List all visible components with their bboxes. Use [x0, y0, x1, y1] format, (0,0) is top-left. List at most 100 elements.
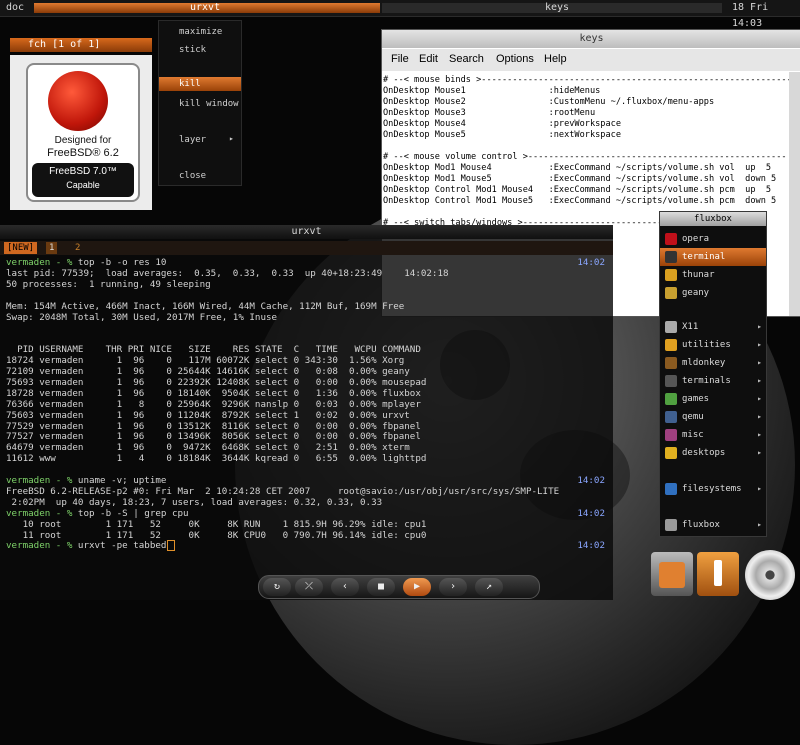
- terminal-line: 11612 www 1 4 0 18184K 3644K kqread 0 6:…: [6, 453, 426, 464]
- menu-edit[interactable]: Edit: [419, 53, 438, 65]
- terminal-text: 77529 vermaden 1 96 0 13512K 8116K selec…: [6, 420, 421, 432]
- keys-line: OnDesktop Mouse3 :rootMenu: [383, 108, 596, 118]
- keys-line: # --< mouse volume control >------------…: [383, 152, 787, 162]
- menu-file[interactable]: File: [391, 53, 409, 65]
- fluxbox-menu: fluxbox opera terminal thunar geany X11 ▸ util…: [659, 211, 767, 537]
- usb-drive-icon[interactable]: [697, 552, 739, 596]
- keys-line: OnDesktop Mouse5 :nextWorkspace: [383, 130, 621, 140]
- fluxbox-menu-title: fluxbox: [660, 212, 766, 226]
- dvd-icon[interactable]: [745, 550, 795, 600]
- terminal-text: Swap: 2048M Total, 30M Used, 2017M Free,…: [6, 311, 278, 323]
- terminal-line: 18724 vermaden 1 96 0 117M 60072K select…: [6, 355, 404, 366]
- fluxbox-menu-item-games[interactable]: games ▸: [660, 390, 766, 408]
- desktops-icon: [665, 447, 677, 459]
- terminal-line: vermaden - % top -b -S | grep cpu: [6, 508, 189, 519]
- shuffle-button[interactable]: ⤫: [295, 578, 323, 596]
- prompt-timestamp: 14:02: [577, 257, 605, 268]
- terminal-line: FreeBSD 6.2-RELEASE-p2 #0: Fri Mar 2 10:…: [6, 486, 559, 497]
- submenu-arrow-icon: ▸: [757, 412, 762, 421]
- fluxbox-menu-item-qemu[interactable]: qemu ▸: [660, 408, 766, 426]
- fluxbox-menu-item-label: misc: [682, 430, 704, 440]
- menu-item-close[interactable]: close: [159, 169, 241, 183]
- previous-button[interactable]: ‹: [331, 578, 359, 596]
- menu-item-kill-window[interactable]: kill window: [159, 97, 241, 111]
- fluxbox-menu-item-desktops[interactable]: desktops ▸: [660, 444, 766, 462]
- tab-1[interactable]: 1: [46, 242, 58, 254]
- fluxbox-menu-item-label: terminals: [682, 376, 731, 386]
- utilities-icon: [665, 339, 677, 351]
- shell-prompt: vermaden - %: [6, 257, 78, 268]
- terminal-text: urxvt -pe tabbed: [77, 540, 167, 552]
- keys-editor-menubar: File Edit Search Options Help: [382, 49, 800, 71]
- logo-line2: FreeBSD® 6.2: [47, 147, 119, 159]
- terminal-text: top -b -o res 10: [77, 257, 167, 268]
- keys-line: # --< mouse binds >---------------------…: [383, 75, 789, 85]
- terminal-titlebar[interactable]: urxvt: [0, 225, 613, 239]
- terminal-line: 18728 vermaden 1 96 0 18140K 9504K selec…: [6, 388, 421, 399]
- tab-new[interactable]: [NEW]: [4, 242, 38, 254]
- fluxbox-menu-item-terminal[interactable]: terminal: [660, 248, 766, 266]
- submenu-arrow-icon: ▸: [757, 520, 762, 529]
- keys-editor-scrollbar[interactable]: [789, 72, 800, 316]
- fluxbox-icon: [665, 519, 677, 531]
- terminal-line: 77527 vermaden 1 96 0 13496K 8056K selec…: [6, 431, 421, 442]
- fluxbox-menu-item-terminals[interactable]: terminals ▸: [660, 372, 766, 390]
- terminal-text: 18724 vermaden 1 96 0 117M 60072K select…: [6, 355, 405, 367]
- submenu-arrow-icon: ▸: [757, 340, 762, 349]
- terminal-text: 77527 vermaden 1 96 0 13496K 8056K selec…: [6, 431, 421, 443]
- terminal-line: 10 root 1 171 52 0K 8K RUN 1 815.9H 96.2…: [6, 518, 427, 530]
- menu-help[interactable]: Help: [544, 53, 567, 65]
- fluxbox-menu-item-opera[interactable]: opera: [660, 230, 766, 248]
- submenu-arrow-icon: ▸: [757, 394, 762, 403]
- fluxbox-menu-item-mldonkey[interactable]: mldonkey ▸: [660, 354, 766, 372]
- submenu-arrow-icon: ▸: [757, 376, 762, 385]
- drive-icon[interactable]: [651, 552, 693, 596]
- menu-item-stick[interactable]: stick: [159, 43, 241, 57]
- logo-line3: FreeBSD 7.0™: [49, 166, 117, 177]
- terminal-output[interactable]: vermaden - % top -b -o res 10 14:02 last p…: [0, 257, 613, 597]
- terminal-line: 76366 vermaden 1 8 0 25964K 9296K nanslp…: [6, 399, 421, 410]
- refresh-button[interactable]: ↻: [263, 578, 291, 596]
- fluxbox-menu-item-fluxbox[interactable]: fluxbox ▸: [660, 516, 766, 534]
- terminal-text: uname -v; uptime: [77, 475, 167, 486]
- terminal-line: Mem: 154M Active, 466M Inact, 166M Wired…: [6, 301, 404, 312]
- fluxbox-menu-item-filesystems[interactable]: filesystems ▸: [660, 480, 766, 498]
- terminal-text: 75693 vermaden 1 96 0 22392K 12408K sele…: [6, 376, 427, 388]
- image-viewer-window[interactable]: fch [1 of 1] Designed for FreeBSD® 6.2 F…: [10, 38, 152, 210]
- fluxbox-menu-item-label: filesystems: [682, 484, 742, 494]
- fluxbox-menu-item-x11[interactable]: X11 ▸: [660, 318, 766, 336]
- fluxbox-menu-item-geany[interactable]: geany: [660, 284, 766, 302]
- terminal-text: 76366 vermaden 1 8 0 25964K 9296K nanslp…: [6, 398, 421, 410]
- image-viewer-titlebar[interactable]: fch [1 of 1]: [10, 38, 152, 52]
- eject-button[interactable]: ↗: [475, 578, 503, 596]
- fluxbox-menu-item-utilities[interactable]: utilities ▸: [660, 336, 766, 354]
- fluxbox-menu-item-label: opera: [682, 234, 710, 244]
- terminal-text: 10 root 1 171 52 0K 8K RUN 1 815.9H 96.2…: [6, 518, 427, 530]
- menu-search[interactable]: Search: [449, 53, 484, 65]
- keys-line: OnDesktop Mouse4 :prevWorkspace: [383, 119, 621, 129]
- freebsd-logo: Designed for FreeBSD® 6.2 FreeBSD 7.0™ C…: [26, 63, 140, 202]
- fluxbox-menu-item-label: X11: [682, 322, 699, 332]
- image-viewer-body: Designed for FreeBSD® 6.2 FreeBSD 7.0™ C…: [10, 55, 152, 210]
- misc-icon: [665, 429, 677, 441]
- terminal-line: vermaden - % top -b -o res 10: [6, 257, 166, 268]
- menu-item-kill[interactable]: kill: [159, 77, 241, 91]
- keys-line: OnDesktop Mouse1 :hideMenus: [383, 86, 601, 96]
- menu-item-maximize[interactable]: maximize: [159, 25, 241, 39]
- next-button[interactable]: ›: [439, 578, 467, 596]
- stop-button[interactable]: ■: [367, 578, 395, 596]
- terminal-line: Swap: 2048M Total, 30M Used, 2017M Free,…: [6, 312, 277, 323]
- fluxbox-menu-item-label: terminal: [682, 252, 726, 262]
- cursor: [167, 540, 176, 552]
- keys-editor-titlebar[interactable]: keys: [382, 30, 800, 48]
- play-button[interactable]: ▶: [403, 578, 431, 596]
- submenu-arrow-icon: ▸: [229, 134, 234, 143]
- workspace-label[interactable]: doc: [6, 0, 24, 16]
- menu-options[interactable]: Options: [496, 53, 534, 65]
- fluxbox-menu-item-misc[interactable]: misc ▸: [660, 426, 766, 444]
- fluxbox-menu-item-thunar[interactable]: thunar: [660, 266, 766, 284]
- fluxbox-menu-item-label: fluxbox: [682, 520, 720, 530]
- terminal-window[interactable]: urxvt [NEW] 1 2 vermaden - % top -b -o r…: [0, 225, 613, 600]
- tab-2[interactable]: 2: [72, 242, 83, 254]
- keys-line: OnDesktop Control Mod1 Mouse4 :ExecComma…: [383, 185, 772, 195]
